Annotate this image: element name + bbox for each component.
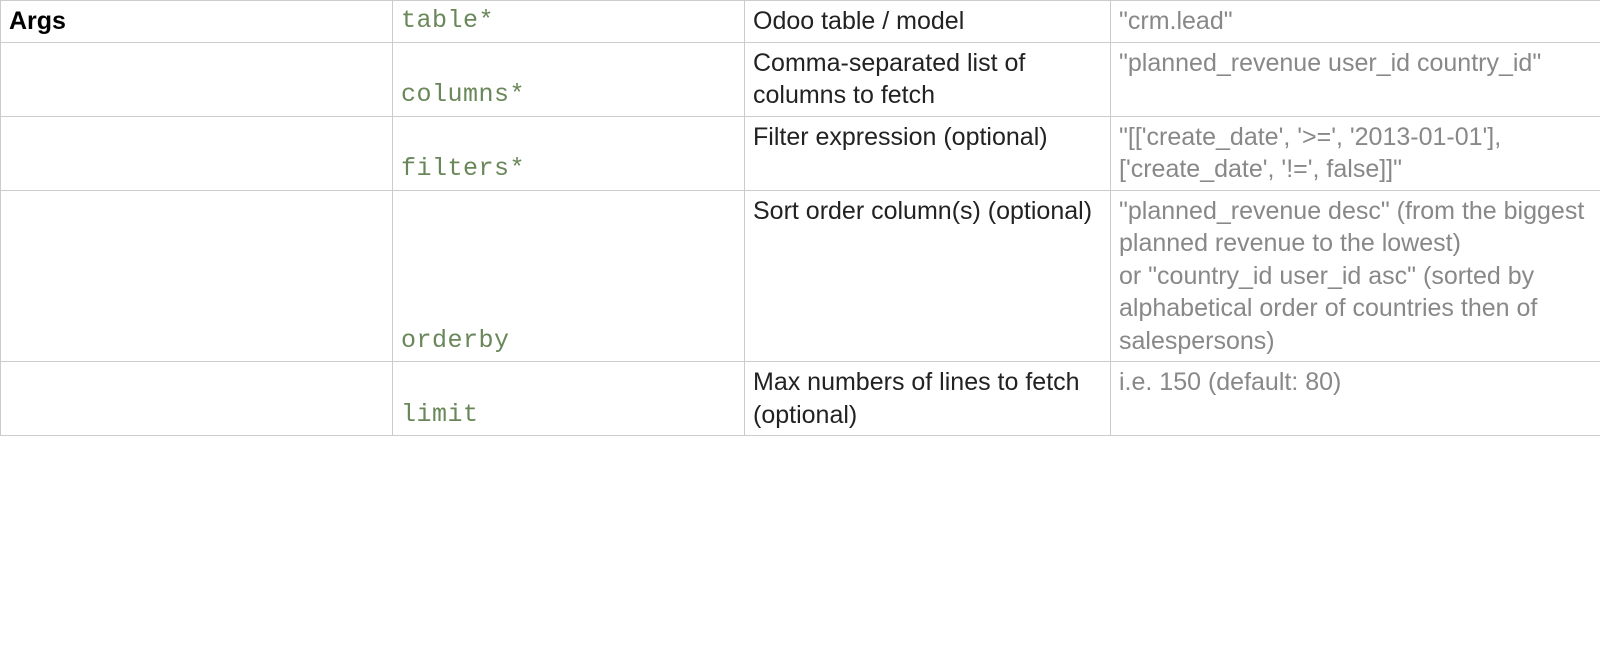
- args-label-cell-empty: [1, 42, 393, 116]
- param-name-cell: table*: [393, 1, 745, 43]
- param-name-cell: filters*: [393, 116, 745, 190]
- args-label-cell-empty: [1, 190, 393, 362]
- param-example-cell: "planned_revenue desc" (from the biggest…: [1111, 190, 1600, 362]
- args-label-cell-empty: [1, 116, 393, 190]
- table-row: filters* Filter expression (optional) "[…: [1, 116, 1600, 190]
- param-desc-cell: Comma-separated list of columns to fetch: [745, 42, 1111, 116]
- param-desc-cell: Odoo table / model: [745, 1, 1111, 43]
- args-table: Args table* Odoo table / model "crm.lead…: [0, 0, 1600, 436]
- table-row: Args table* Odoo table / model "crm.lead…: [1, 1, 1600, 43]
- param-desc-cell: Filter expression (optional): [745, 116, 1111, 190]
- param-name-cell: limit: [393, 362, 745, 436]
- param-desc-cell: Max numbers of lines to fetch (optional): [745, 362, 1111, 436]
- args-label-cell-empty: [1, 362, 393, 436]
- param-name-cell: orderby: [393, 190, 745, 362]
- param-desc-cell: Sort order column(s) (optional): [745, 190, 1111, 362]
- table-row: orderby Sort order column(s) (optional) …: [1, 190, 1600, 362]
- table-row: limit Max numbers of lines to fetch (opt…: [1, 362, 1600, 436]
- param-example-cell: "planned_revenue user_id country_id": [1111, 42, 1600, 116]
- param-example-cell: "crm.lead": [1111, 1, 1600, 43]
- table-row: columns* Comma-separated list of columns…: [1, 42, 1600, 116]
- param-example-cell: "[['create_date', '>=', '2013-01-01'],['…: [1111, 116, 1600, 190]
- args-label-cell: Args: [1, 1, 393, 43]
- param-example-cell: i.e. 150 (default: 80): [1111, 362, 1600, 436]
- param-name-cell: columns*: [393, 42, 745, 116]
